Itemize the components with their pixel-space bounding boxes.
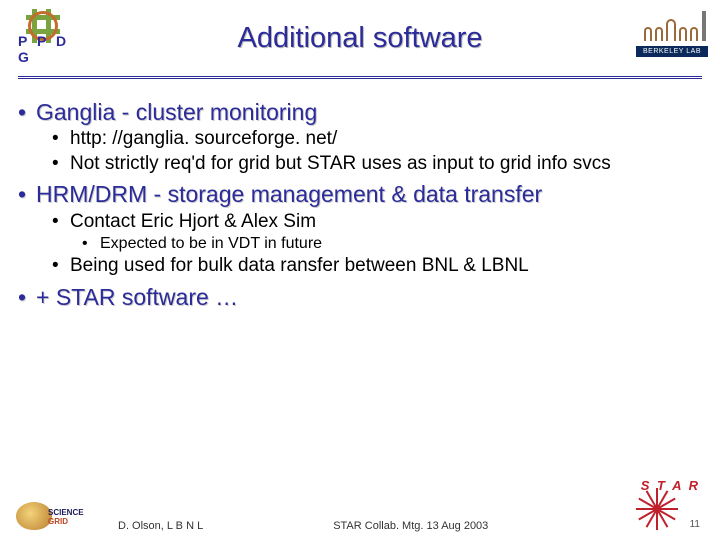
star-logo: S T A R 11 bbox=[632, 476, 702, 532]
berkeley-lab-logo: BERKELEY LAB bbox=[636, 9, 706, 67]
page-number: 11 bbox=[690, 519, 700, 530]
bullet-lvl1: + STAR software … bbox=[18, 283, 702, 312]
slide-header: P P D G Additional software BERKELEY LAB bbox=[0, 0, 720, 70]
bullet-lvl2: Being used for bulk data ransfer between… bbox=[52, 254, 702, 278]
slide-footer: D. Olson, L B N L STAR Collab. Mtg. 13 A… bbox=[0, 476, 720, 532]
ppdg-logo: P P D G bbox=[14, 9, 84, 67]
footer-event: STAR Collab. Mtg. 13 Aug 2003 bbox=[333, 520, 488, 532]
slide-body: Ganglia - cluster monitoring http: //gan… bbox=[0, 80, 720, 312]
bullet-lvl1: HRM/DRM - storage management & data tran… bbox=[18, 180, 702, 209]
bullet-lvl2: Not strictly req'd for grid but STAR use… bbox=[52, 152, 702, 176]
bullet-lvl1: Ganglia - cluster monitoring bbox=[18, 98, 702, 127]
berkeley-lab-text: BERKELEY LAB bbox=[636, 46, 708, 57]
bullet-lvl2: http: //ganglia. sourceforge. net/ bbox=[52, 127, 702, 151]
bullet-lvl3: Expected to be in VDT in future bbox=[82, 234, 702, 254]
ppdg-logo-text: P P D G bbox=[18, 33, 72, 65]
slide-title: Additional software bbox=[84, 22, 636, 55]
footer-author: D. Olson, L B N L bbox=[118, 520, 203, 532]
bullet-lvl2: Contact Eric Hjort & Alex Sim bbox=[52, 210, 702, 234]
starburst-icon bbox=[636, 488, 678, 530]
